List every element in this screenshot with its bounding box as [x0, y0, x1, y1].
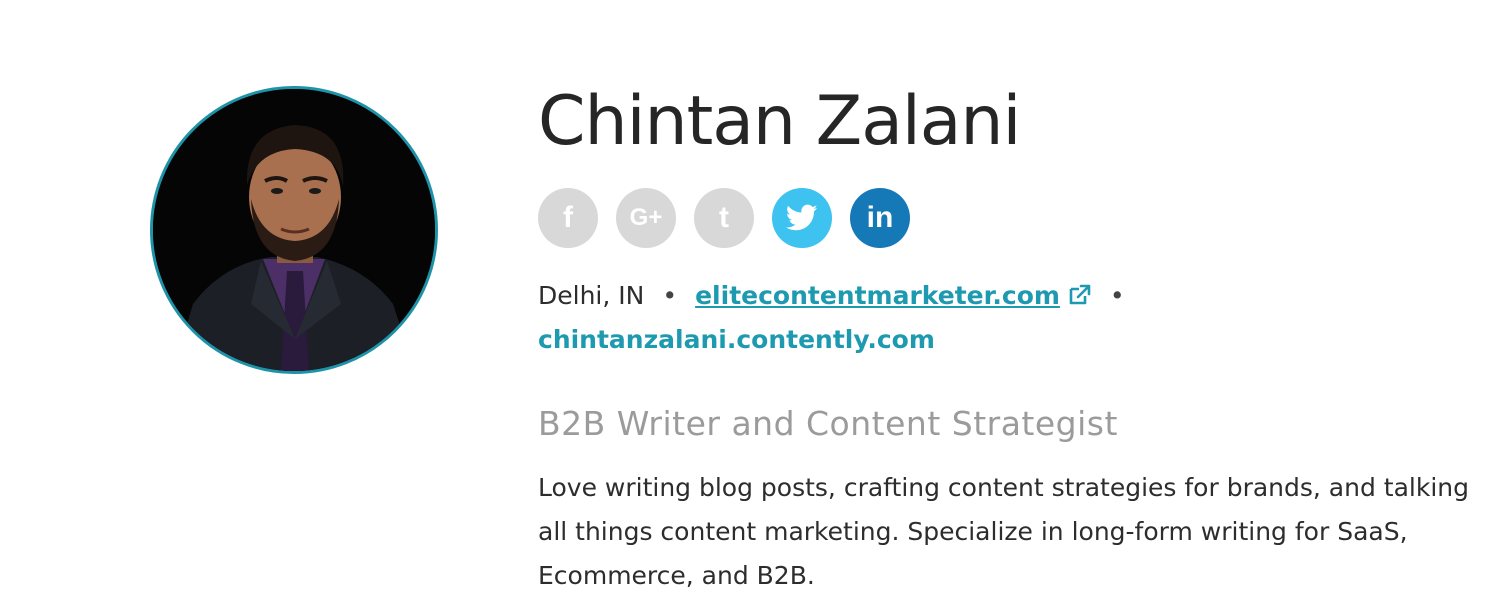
website-link-label: elitecontentmarketer.com	[695, 281, 1060, 310]
profile-name: Chintan Zalani	[538, 82, 1021, 161]
profile-meta: Delhi, IN • elitecontentmarketer.com • chin…	[538, 274, 1143, 362]
location-text: Delhi, IN	[538, 281, 645, 310]
tumblr-link[interactable]: t	[694, 188, 754, 248]
tumblr-icon: t	[719, 201, 729, 234]
external-link-icon	[1069, 284, 1091, 305]
linkedin-icon: in	[866, 201, 894, 234]
profile-photo	[153, 89, 435, 371]
social-links: f G+ t in	[538, 188, 910, 248]
profile-bio: Love writing blog posts, crafting conten…	[538, 473, 1469, 590]
linkedin-link[interactable]: in	[850, 188, 910, 248]
separator: •	[1109, 281, 1125, 310]
twitter-icon	[786, 204, 818, 231]
google-plus-icon: G+	[629, 204, 663, 231]
twitter-link[interactable]	[772, 188, 832, 248]
separator: •	[662, 281, 678, 310]
profile-tagline: B2B Writer and Content Strategist	[538, 404, 1118, 443]
google-plus-link[interactable]: G+	[616, 188, 676, 248]
avatar	[150, 86, 438, 374]
facebook-link[interactable]: f	[538, 188, 598, 248]
facebook-icon: f	[563, 201, 573, 234]
portfolio-link[interactable]: chintanzalani.contently.com	[538, 318, 1143, 362]
website-link[interactable]: elitecontentmarketer.com	[695, 281, 1092, 310]
